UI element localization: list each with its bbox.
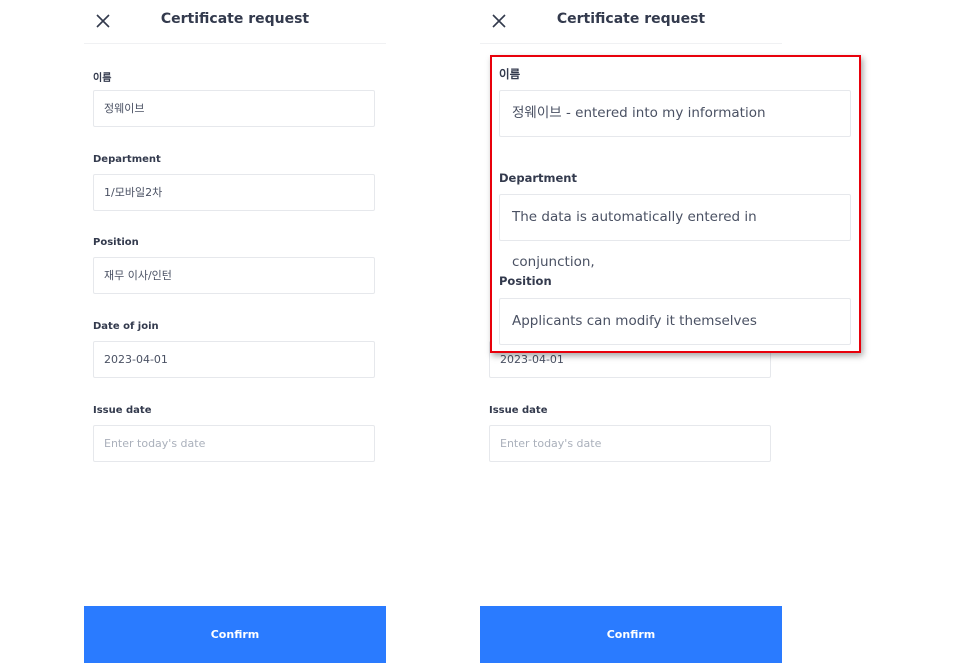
department-label: Department — [499, 171, 577, 185]
date-of-join-label: Date of join — [93, 321, 159, 332]
position-label: Position — [93, 237, 139, 248]
position-input: Applicants can modify it themselves — [499, 298, 851, 345]
issue-date-label: Issue date — [489, 405, 548, 416]
header: Certificate request — [480, 0, 782, 44]
page-title: Certificate request — [160, 11, 310, 27]
issue-date-input[interactable]: Enter today's date — [489, 425, 771, 462]
issue-date-label: Issue date — [93, 405, 152, 416]
date-of-join-input[interactable]: 2023-04-01 — [93, 341, 375, 378]
name-label: 이름 — [499, 67, 521, 81]
name-label: 이름 — [93, 73, 112, 84]
confirm-button[interactable]: Confirm — [84, 606, 386, 663]
department-label: Department — [93, 154, 161, 165]
page-title: Certificate request — [556, 11, 706, 27]
position-input[interactable]: 재무 이사/인턴 — [93, 257, 375, 294]
header: Certificate request — [84, 0, 386, 44]
highlight-callout: 이름 정웨이브 - entered into my information De… — [490, 55, 861, 353]
confirm-button[interactable]: Confirm — [480, 606, 782, 663]
name-input: 정웨이브 - entered into my information — [499, 90, 851, 137]
issue-date-input[interactable]: Enter today's date — [93, 425, 375, 462]
screen-left: Certificate request 이름 정웨이브 Department 1… — [84, 0, 386, 663]
department-input[interactable]: 1/모바일2차 — [93, 174, 375, 211]
department-input: The data is automatically entered in con… — [499, 194, 851, 270]
position-label: Position — [499, 274, 552, 288]
name-input[interactable]: 정웨이브 — [93, 90, 375, 127]
